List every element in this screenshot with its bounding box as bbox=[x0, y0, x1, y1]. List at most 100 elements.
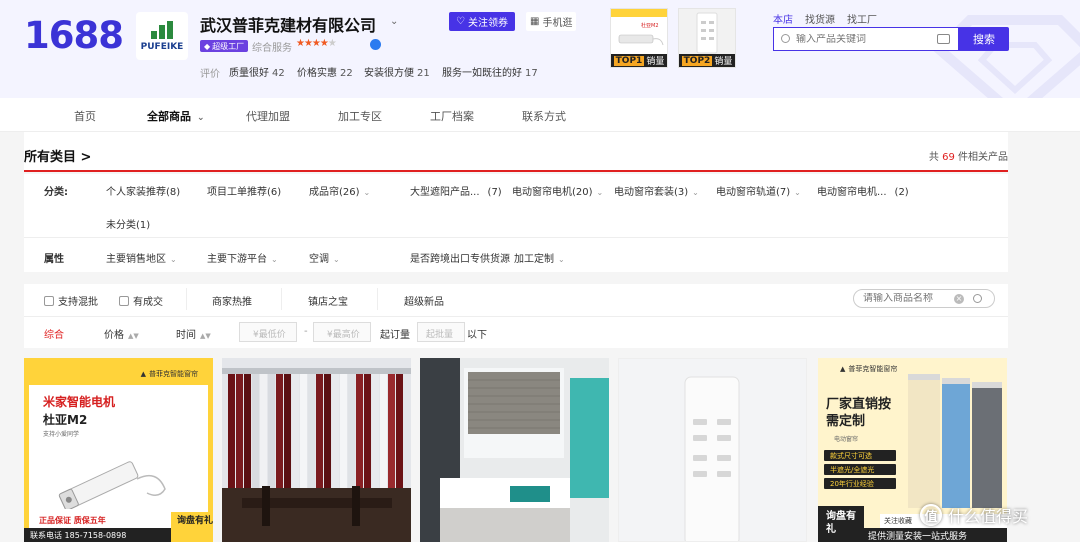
chevron-down-icon: ⌄ bbox=[333, 255, 340, 264]
top1-tag: TOP1 销量 bbox=[611, 54, 667, 67]
shop-header: 1688 PUFEIKE 武汉普菲克建材有限公司 ⌄ ♡ 关注领券 ▦ 手机逛 … bbox=[0, 0, 1080, 98]
has-deal-checkbox[interactable]: 有成交 bbox=[119, 293, 163, 308]
class-item[interactable]: 个人家装推荐(8) bbox=[106, 183, 180, 198]
class-item[interactable]: 成品帘(26) ⌄ bbox=[309, 183, 370, 198]
shop-logo-text: PUFEIKE bbox=[140, 41, 184, 52]
checkbox-icon bbox=[44, 295, 54, 306]
product-name-input[interactable] bbox=[863, 293, 953, 304]
inquiry-gift-label: 询盘有礼 bbox=[818, 506, 864, 542]
nav-factory-profile[interactable]: 工厂档案 bbox=[430, 108, 474, 124]
mixed-batch-checkbox[interactable]: 支持混批 bbox=[44, 293, 98, 308]
nav-processing[interactable]: 加工专区 bbox=[338, 108, 382, 124]
sort-price[interactable]: 价格 ▲▼ bbox=[104, 326, 139, 341]
filter-panel: 分类: 个人家装推荐(8) 项目工单推荐(6) 成品帘(26) ⌄ 大型遮阳产品.… bbox=[24, 174, 1008, 272]
class-item[interactable]: 未分类(1) bbox=[106, 216, 150, 231]
nav-agency[interactable]: 代理加盟 bbox=[246, 108, 290, 124]
product-card-remote[interactable] bbox=[618, 358, 807, 542]
chevron-down-icon: ⌄ bbox=[271, 255, 278, 264]
product-subtitle: 电动窗帘 bbox=[834, 436, 859, 443]
sort-time[interactable]: 时间 ▲▼ bbox=[176, 326, 211, 341]
max-price-input[interactable]: ¥最高价 bbox=[313, 322, 371, 342]
chevron-down-icon: ⌄ bbox=[558, 255, 565, 264]
heart-icon: ♡ bbox=[456, 16, 465, 27]
nav-home[interactable]: 首页 bbox=[74, 108, 96, 124]
attribute-label: 属性 bbox=[44, 254, 64, 265]
shop-logo[interactable]: PUFEIKE bbox=[136, 12, 188, 60]
class-item[interactable]: 电动窗帘套装(3) ⌄ bbox=[614, 183, 699, 198]
nav-contact[interactable]: 联系方式 bbox=[522, 108, 566, 124]
eval-tag[interactable]: 服务一如既往的好 17 bbox=[442, 64, 538, 79]
attribute-item[interactable]: 空调 ⌄ bbox=[309, 250, 340, 265]
remote-control-image bbox=[619, 359, 806, 541]
top1-caption: 杜亚M2 bbox=[641, 22, 659, 29]
logo-icon: ▲ bbox=[840, 365, 846, 373]
sort-arrows-icon: ▲▼ bbox=[200, 332, 211, 340]
feature-bullet: 20年行业经验 bbox=[824, 478, 896, 489]
site-logo[interactable]: 1688 bbox=[24, 14, 124, 57]
product-phone: 联系电话 185-7158-0898 bbox=[24, 528, 174, 542]
follow-coupon-button[interactable]: ♡ 关注领券 bbox=[449, 12, 515, 31]
top-product-2[interactable]: TOP2 销量 bbox=[678, 8, 736, 68]
search-icon[interactable] bbox=[973, 294, 982, 303]
chevron-down-icon: ⌄ bbox=[596, 188, 604, 197]
moq-input[interactable]: 起批量 bbox=[417, 322, 465, 342]
tab-this-shop[interactable]: 本店 bbox=[773, 11, 793, 26]
divider bbox=[186, 288, 187, 310]
mobile-shop-button[interactable]: ▦ 手机逛 bbox=[526, 12, 577, 31]
chevron-down-icon: ⌄ bbox=[170, 255, 177, 264]
chevron-down-icon: ⌄ bbox=[197, 113, 205, 123]
class-item[interactable]: 电动窗帘轨道(7) ⌄ bbox=[716, 183, 801, 198]
promo-banner: 提供测量安装一站式服务 bbox=[864, 528, 1007, 542]
super-factory-label: 超级工厂 bbox=[212, 41, 245, 51]
product-card-honeycomb-blinds[interactable] bbox=[420, 358, 609, 542]
super-factory-badge: ◆ 超级工厂 bbox=[200, 40, 249, 52]
product-card-motor[interactable]: ▲ 普菲克智能窗帘 米家智能电机 杜亚M2 支持小爱同学 正品保证 质保五年 联系… bbox=[24, 358, 213, 542]
class-item[interactable]: 电动窗帘电机(20) ⌄ bbox=[512, 183, 603, 198]
clear-icon[interactable]: × bbox=[954, 294, 964, 304]
tab-hot-picks[interactable]: 商家热推 bbox=[212, 293, 252, 308]
shield-icon[interactable] bbox=[370, 39, 381, 50]
min-price-input[interactable]: ¥最低价 bbox=[239, 322, 297, 342]
shop-logo-mark-icon bbox=[151, 20, 173, 39]
eval-tag[interactable]: 价格实惠 22 bbox=[297, 64, 353, 79]
chevron-down-icon: ⌄ bbox=[363, 188, 371, 197]
divider bbox=[281, 288, 282, 310]
tab-find-factory[interactable]: 找工厂 bbox=[847, 11, 877, 26]
tab-find-source[interactable]: 找货源 bbox=[805, 11, 835, 26]
search-input[interactable] bbox=[796, 33, 946, 45]
product-card-vertical-blinds[interactable] bbox=[222, 358, 411, 542]
evaluation-label: 评价 bbox=[200, 69, 220, 80]
nav-all-products[interactable]: 全部商品 ⌄ bbox=[147, 108, 205, 124]
class-item[interactable]: 电动窗帘电机... (2) bbox=[817, 183, 909, 198]
moq-suffix: 以下 bbox=[467, 330, 487, 341]
chevron-down-icon: ⌄ bbox=[794, 188, 801, 197]
divider bbox=[24, 237, 1008, 238]
inquiry-gift-label: 询盘有礼 bbox=[171, 512, 213, 542]
camera-icon[interactable] bbox=[937, 34, 950, 44]
tab-super-new[interactable]: 超级新品 bbox=[404, 293, 444, 308]
attribute-item[interactable]: 主要销售地区 ⌄ bbox=[106, 250, 177, 265]
search-button[interactable]: 搜索 bbox=[959, 27, 1009, 51]
product-subtitle: 支持小爱同学 bbox=[43, 431, 80, 438]
chevron-down-icon[interactable]: ⌄ bbox=[390, 16, 398, 27]
divider bbox=[377, 288, 378, 310]
product-guarantee: 正品保证 质保五年 bbox=[39, 516, 106, 525]
attribute-item[interactable]: 主要下游平台 ⌄ bbox=[207, 250, 278, 265]
class-label: 分类: bbox=[44, 187, 68, 198]
feature-bullet: 款式尺寸可选 bbox=[824, 450, 896, 461]
eval-tag[interactable]: 质量很好 42 bbox=[229, 64, 285, 79]
class-item[interactable]: 项目工单推荐(6) bbox=[207, 183, 281, 198]
shop-nav: 首页 全部商品 ⌄ 代理加盟 加工专区 工厂档案 联系方式 bbox=[0, 98, 1080, 132]
search-scope-tabs: 本店 找货源 找工厂 bbox=[773, 11, 877, 26]
watermark: 值 什么值得买 bbox=[920, 500, 1080, 530]
attribute-item[interactable]: 是否跨境出口专供货源 加工定制 ⌄ bbox=[410, 250, 565, 265]
shop-name[interactable]: 武汉普菲克建材有限公司 bbox=[200, 12, 376, 36]
top-product-1[interactable]: 杜亚M2 TOP1 销量 bbox=[610, 8, 668, 68]
class-item[interactable]: 大型遮阳产品... (7) bbox=[410, 183, 502, 198]
product-title: 厂家直销按需定制 bbox=[826, 397, 892, 429]
eval-tag[interactable]: 安装很方便 21 bbox=[364, 64, 430, 79]
tab-shop-treasure[interactable]: 镇店之宝 bbox=[308, 293, 348, 308]
all-categories-title[interactable]: 所有类目 > bbox=[24, 146, 91, 165]
sort-default[interactable]: 综合 bbox=[44, 326, 64, 341]
price-dash: - bbox=[304, 326, 308, 337]
